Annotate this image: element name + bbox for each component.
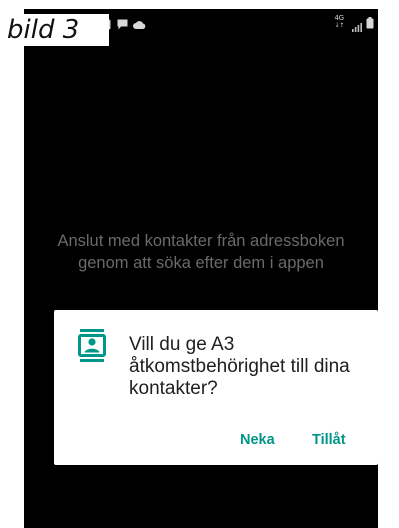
deny-button[interactable]: Neka (240, 430, 275, 450)
image-caption: bild 3 (5, 14, 109, 46)
empty-state-message: Anslut med kontakter från adressboken ge… (57, 232, 345, 272)
signal-icon (352, 19, 362, 37)
cloud-icon (133, 17, 146, 35)
dialog-message: Vill du ge A3 åtkomstbehörighet till din… (129, 334, 350, 399)
network-type-indicator: 4G ↓↑ (334, 14, 345, 30)
contacts-icon (78, 329, 106, 368)
phone-screen: 4G ↓↑ Anslut med kontakter från adressbo… (24, 9, 378, 528)
permission-dialog: Vill du ge A3 åtkomstbehörighet till din… (54, 310, 378, 465)
battery-icon (366, 16, 374, 34)
allow-button[interactable]: Tillåt (312, 430, 346, 450)
message-icon (117, 17, 128, 35)
